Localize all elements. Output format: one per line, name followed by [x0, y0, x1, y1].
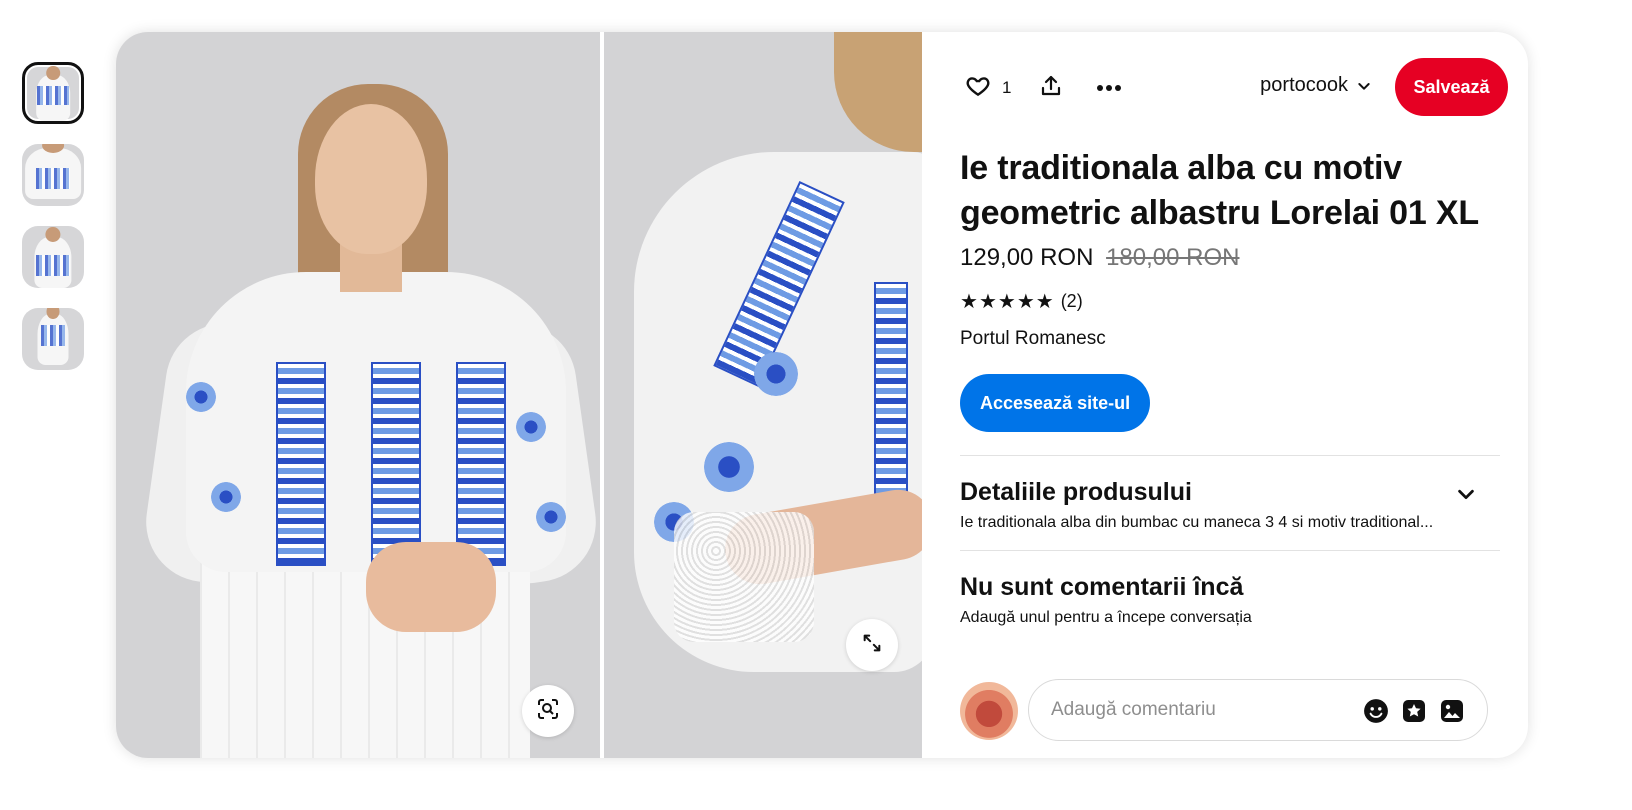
thumbnail-4[interactable]: [22, 308, 84, 370]
pin-details-panel: 1 portocook Salvează Ie traditionala alb…: [922, 32, 1528, 758]
product-photo-main[interactable]: [116, 32, 600, 758]
current-price: 129,00 RON: [960, 244, 1094, 271]
thumbnail-3[interactable]: [22, 226, 84, 288]
rating[interactable]: ★★★★★ (2): [960, 289, 1083, 314]
pin-card: 1 portocook Salvează Ie traditionala alb…: [116, 32, 1528, 758]
hands: [366, 542, 496, 632]
share-icon: [1039, 74, 1063, 103]
star-icon: ★: [978, 291, 998, 313]
details-heading[interactable]: Detaliile produsului: [960, 478, 1192, 507]
emoji-button[interactable]: [1361, 696, 1391, 726]
avatar[interactable]: [960, 682, 1018, 740]
thumbnail-1[interactable]: [22, 62, 84, 124]
visual-search-button[interactable]: [522, 685, 574, 737]
username: portocook: [1260, 74, 1348, 96]
comment-composer: [1028, 679, 1488, 741]
product-title: Ie traditionala alba cu motiv geometric …: [960, 149, 1479, 232]
chevron-down-icon: [1455, 483, 1477, 505]
more-options-button[interactable]: [1091, 70, 1127, 106]
star-icon: ★: [1035, 291, 1055, 313]
face: [315, 104, 427, 254]
thumbnail-strip: [22, 62, 84, 390]
divider: [960, 455, 1500, 456]
save-button[interactable]: Salvează: [1395, 58, 1508, 116]
rating-count: (2): [1060, 291, 1083, 311]
comments-heading: Nu sunt comentarii încă: [960, 573, 1244, 601]
price-row: 129,00 RON 180,00 RON: [960, 244, 1239, 272]
merchant-name[interactable]: Portul Romanesc: [960, 328, 1106, 350]
visual-search-icon: [536, 697, 560, 726]
sticker-icon: [1402, 699, 1426, 723]
details-toggle[interactable]: [1452, 480, 1480, 508]
star-icon: ★: [997, 291, 1017, 313]
chevron-down-icon: [1356, 78, 1372, 94]
more-icon: [1096, 79, 1122, 97]
emoji-icon: [1363, 698, 1389, 724]
expand-icon: [861, 632, 883, 659]
details-text: Ie traditionala alba din bumbac cu manec…: [960, 514, 1434, 531]
board-selector[interactable]: portocook: [1260, 74, 1372, 97]
old-price: 180,00 RON: [1106, 244, 1240, 271]
product-photo-detail[interactable]: [604, 32, 922, 758]
like-count: 1: [1002, 78, 1012, 97]
comment-input[interactable]: [1049, 698, 1353, 722]
visit-site-button[interactable]: Accesează site-ul: [960, 374, 1151, 432]
divider: [960, 550, 1500, 551]
star-icon: ★: [1016, 291, 1036, 313]
thumbnail-2[interactable]: [22, 144, 84, 206]
image-icon: [1440, 699, 1464, 723]
image-button[interactable]: [1437, 696, 1467, 726]
sticker-button[interactable]: [1399, 696, 1429, 726]
star-icon: ★: [960, 291, 979, 313]
share-button[interactable]: [1033, 70, 1069, 106]
comments-subtext: Adaugă unul pentru a începe conversația: [960, 609, 1252, 626]
heart-icon: [965, 73, 991, 104]
like-button[interactable]: [960, 70, 996, 106]
expand-button[interactable]: [846, 619, 898, 671]
rating-stars: ★★★★★: [960, 289, 1055, 314]
